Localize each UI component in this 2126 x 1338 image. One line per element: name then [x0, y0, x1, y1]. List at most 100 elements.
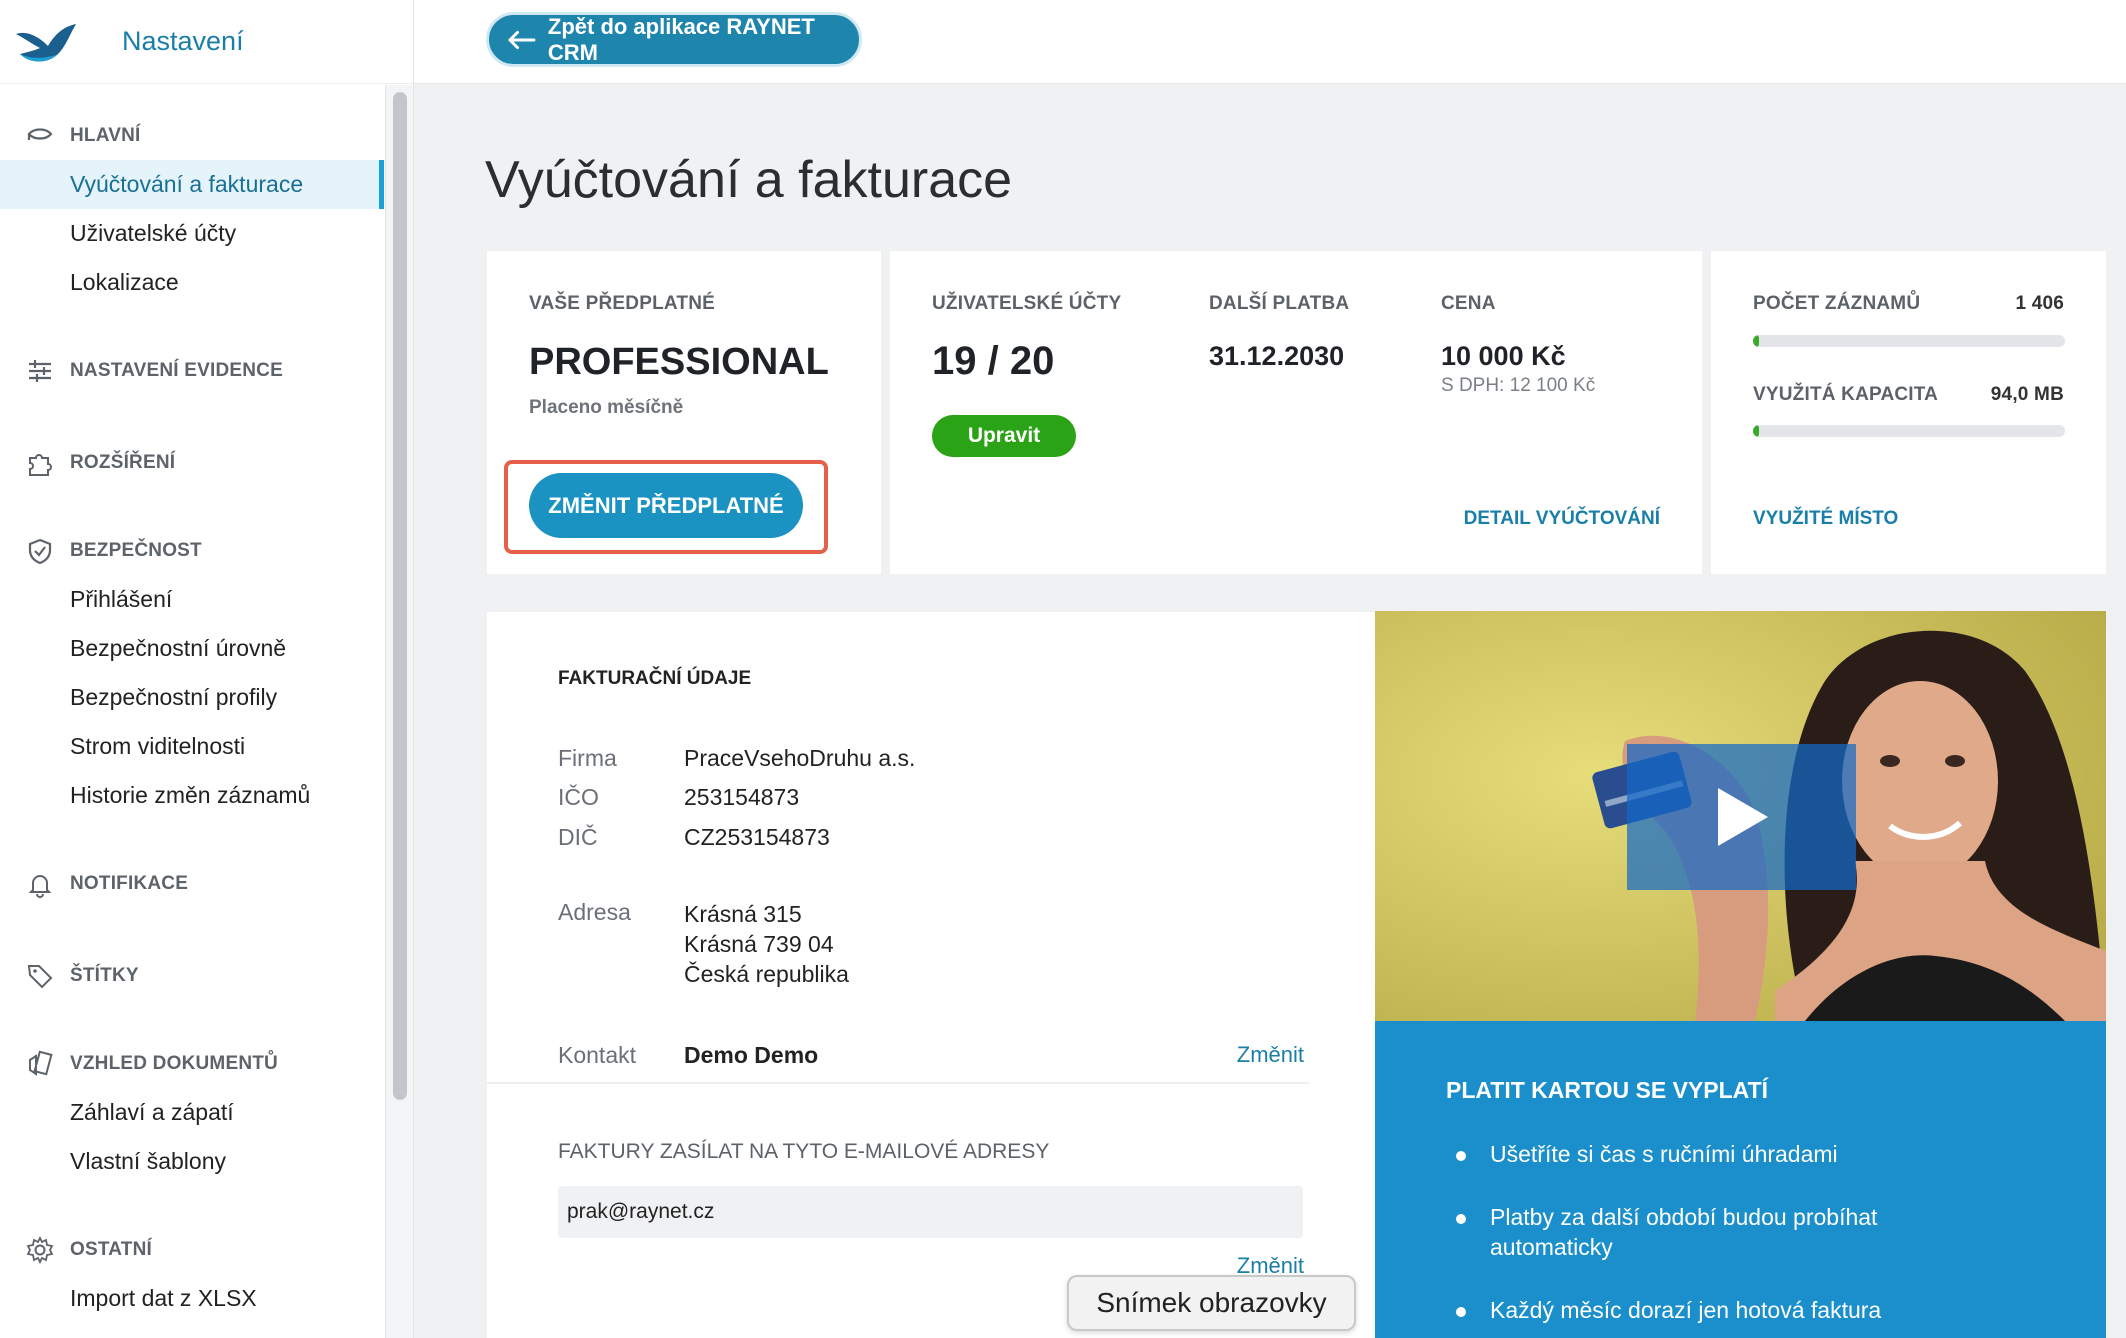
play-button[interactable]: [1627, 744, 1856, 890]
company-label: Firma: [558, 745, 617, 771]
change-billing-link[interactable]: Změnit: [1237, 1042, 1304, 1068]
sidebar-item-locale[interactable]: Lokalizace: [0, 258, 384, 307]
billing-detail-link[interactable]: DETAIL VYÚČTOVÁNÍ: [1464, 508, 1660, 530]
records-progress-bar: [1753, 335, 2065, 347]
contact-label: Kontakt: [558, 1042, 636, 1068]
address-value: Krásná 315 Krásná 739 04 Česká republika: [684, 899, 849, 989]
sidebar-menu: HLAVNÍ Vyúčtování a fakturace Uživatelsk…: [0, 85, 413, 1338]
card-payment-promo: PLATIT KARTOU SE VYPLATÍ Ušetříte si čas…: [1375, 1021, 2106, 1338]
documents-icon: [26, 1050, 54, 1078]
promo-video-thumbnail[interactable]: [1375, 611, 2106, 1021]
plan-period: Placeno měsíčně: [529, 397, 684, 418]
billing-details-panel: FAKTURAČNÍ ÚDAJE Firma PraceVsehoDruhu a…: [487, 612, 1375, 1338]
subscription-card: VAŠE PŘEDPLATNÉ PROFESSIONAL Placeno měs…: [487, 251, 881, 574]
section-records-label: NASTAVENÍ EVIDENCE: [70, 360, 283, 381]
promo-title: PLATIT KARTOU SE VYPLATÍ: [1446, 1077, 1769, 1103]
ico-value: 253154873: [684, 784, 800, 810]
sidebar-item-login[interactable]: Přihlášení: [0, 575, 384, 624]
address-row: Adresa Krásná 315 Krásná 739 04 Česká re…: [558, 899, 849, 989]
capacity-progress-bar: [1753, 425, 2065, 437]
section-other[interactable]: OSTATNÍ: [0, 1226, 413, 1274]
dic-value: CZ253154873: [684, 824, 830, 850]
sidebar-item-templates[interactable]: Vlastní šablony: [0, 1137, 384, 1186]
sidebar-item-security-profiles[interactable]: Bezpečnostní profily: [0, 673, 384, 722]
contact-row: Kontakt Demo Demo: [558, 1042, 818, 1069]
main-icon: [26, 122, 54, 150]
puzzle-icon: [26, 449, 54, 477]
section-tags-label: ŠTÍTKY: [70, 965, 139, 986]
usage-card: POČET ZÁZNAMŮ 1 406 VYUŽITÁ KAPACITA 94,…: [1711, 251, 2106, 574]
section-main-label: HLAVNÍ: [70, 125, 141, 146]
accounts-card: UŽIVATELSKÉ ÚČTY 19 / 20 Upravit DALŠÍ P…: [890, 251, 1702, 574]
sidebar-item-users[interactable]: Uživatelské účty: [0, 209, 384, 258]
screenshot-tooltip: Snímek obrazovky: [1067, 1275, 1356, 1331]
page-title: Vyúčtování a fakturace: [485, 151, 1013, 209]
sliders-icon: [26, 357, 54, 385]
section-tags[interactable]: ŠTÍTKY: [0, 952, 413, 1000]
price-value: 10 000 Kč: [1441, 341, 1566, 371]
promo-bullet: Platby za další období budou probíhat au…: [1446, 1202, 1986, 1262]
address-line-3: Česká republika: [684, 961, 849, 987]
section-security-label: BEZPEČNOST: [70, 540, 202, 561]
brand: Nastavení: [0, 0, 413, 84]
capacity-progress-fill: [1753, 425, 1760, 437]
sidebar-item-visibility-tree[interactable]: Strom viditelnosti: [0, 722, 384, 771]
price-vat: S DPH: 12 100 Kč: [1441, 375, 1596, 396]
arrow-left-icon: [508, 30, 536, 49]
plan-name: PROFESSIONAL: [529, 341, 829, 383]
divider: [487, 1082, 1309, 1084]
section-documents-label: VZHLED DOKUMENTŮ: [70, 1053, 278, 1074]
section-extensions-label: ROZŠÍŘENÍ: [70, 452, 176, 473]
company-row: Firma PraceVsehoDruhu a.s.: [558, 745, 915, 772]
tag-icon: [26, 962, 54, 990]
edit-users-button[interactable]: Upravit: [932, 415, 1076, 457]
invoice-email-title: FAKTURY ZASÍLAT NA TYTO E-MAILOVÉ ADRESY: [558, 1140, 1050, 1163]
sidebar: Nastavení HLAVNÍ Vyúčtování a fakturace …: [0, 0, 414, 1338]
back-to-crm-button[interactable]: Zpět do aplikace RAYNET CRM: [486, 12, 862, 67]
ico-label: IČO: [558, 784, 599, 810]
invoice-email-field[interactable]: prak@raynet.cz: [558, 1186, 1303, 1238]
sidebar-item-header-footer[interactable]: Záhlaví a zápatí: [0, 1088, 384, 1137]
section-notifications-label: NOTIFIKACE: [70, 873, 189, 894]
records-count-value: 1 406: [2015, 293, 2064, 314]
sidebar-item-security-levels[interactable]: Bezpečnostní úrovně: [0, 624, 384, 673]
sidebar-item-import[interactable]: Import dat z XLSX: [0, 1274, 384, 1323]
section-notifications[interactable]: NOTIFIKACE: [0, 860, 413, 908]
address-line-2: Krásná 739 04: [684, 931, 834, 957]
topbar: Zpět do aplikace RAYNET CRM: [414, 0, 2126, 84]
shield-icon: [26, 537, 54, 565]
section-security[interactable]: BEZPEČNOST: [0, 527, 413, 575]
section-main[interactable]: HLAVNÍ: [0, 112, 413, 160]
contact-value: Demo Demo: [684, 1042, 819, 1068]
sidebar-item-record-history[interactable]: Historie změn záznamů: [0, 771, 384, 820]
raynet-logo-icon: [16, 23, 76, 61]
records-count-label: POČET ZÁZNAMŮ: [1753, 293, 1921, 314]
promo-bullet: Ušetříte si čas s ručními úhradami: [1446, 1139, 1986, 1169]
records-progress-fill: [1753, 335, 1760, 347]
used-space-link[interactable]: VYUŽITÉ MÍSTO: [1753, 508, 1898, 530]
change-subscription-button[interactable]: ZMĚNIT PŘEDPLATNÉ: [529, 473, 803, 538]
subscription-label: VAŠE PŘEDPLATNÉ: [529, 293, 715, 314]
bell-icon: [26, 870, 54, 898]
section-records[interactable]: NASTAVENÍ EVIDENCE: [0, 347, 413, 395]
back-to-crm-label: Zpět do aplikace RAYNET CRM: [547, 13, 815, 65]
address-label: Adresa: [558, 899, 631, 925]
capacity-value: 94,0 MB: [1990, 384, 2064, 405]
dic-label: DIČ: [558, 824, 598, 850]
sidebar-item-billing[interactable]: Vyúčtování a fakturace: [0, 160, 384, 209]
gear-icon: [26, 1236, 54, 1264]
sidebar-scrollbar-thumb[interactable]: [393, 92, 407, 1100]
play-icon: [1717, 788, 1768, 846]
ico-row: IČO 253154873: [558, 784, 799, 811]
promo-bullet: Každý měsíc dorazí jen hotová faktura: [1446, 1295, 1986, 1325]
price-label: CENA: [1441, 293, 1496, 314]
promo-bullets: Ušetříte si čas s ručními úhradami Platb…: [1446, 1139, 1986, 1338]
users-label: UŽIVATELSKÉ ÚČTY: [932, 293, 1122, 314]
billing-title: FAKTURAČNÍ ÚDAJE: [558, 668, 752, 689]
section-documents[interactable]: VZHLED DOKUMENTŮ: [0, 1040, 413, 1088]
section-extensions[interactable]: ROZŠÍŘENÍ: [0, 439, 413, 487]
dic-row: DIČ CZ253154873: [558, 824, 830, 851]
company-value: PraceVsehoDruhu a.s.: [684, 745, 916, 771]
next-payment-label: DALŠÍ PLATBA: [1209, 293, 1350, 314]
address-line-1: Krásná 315: [684, 901, 802, 927]
